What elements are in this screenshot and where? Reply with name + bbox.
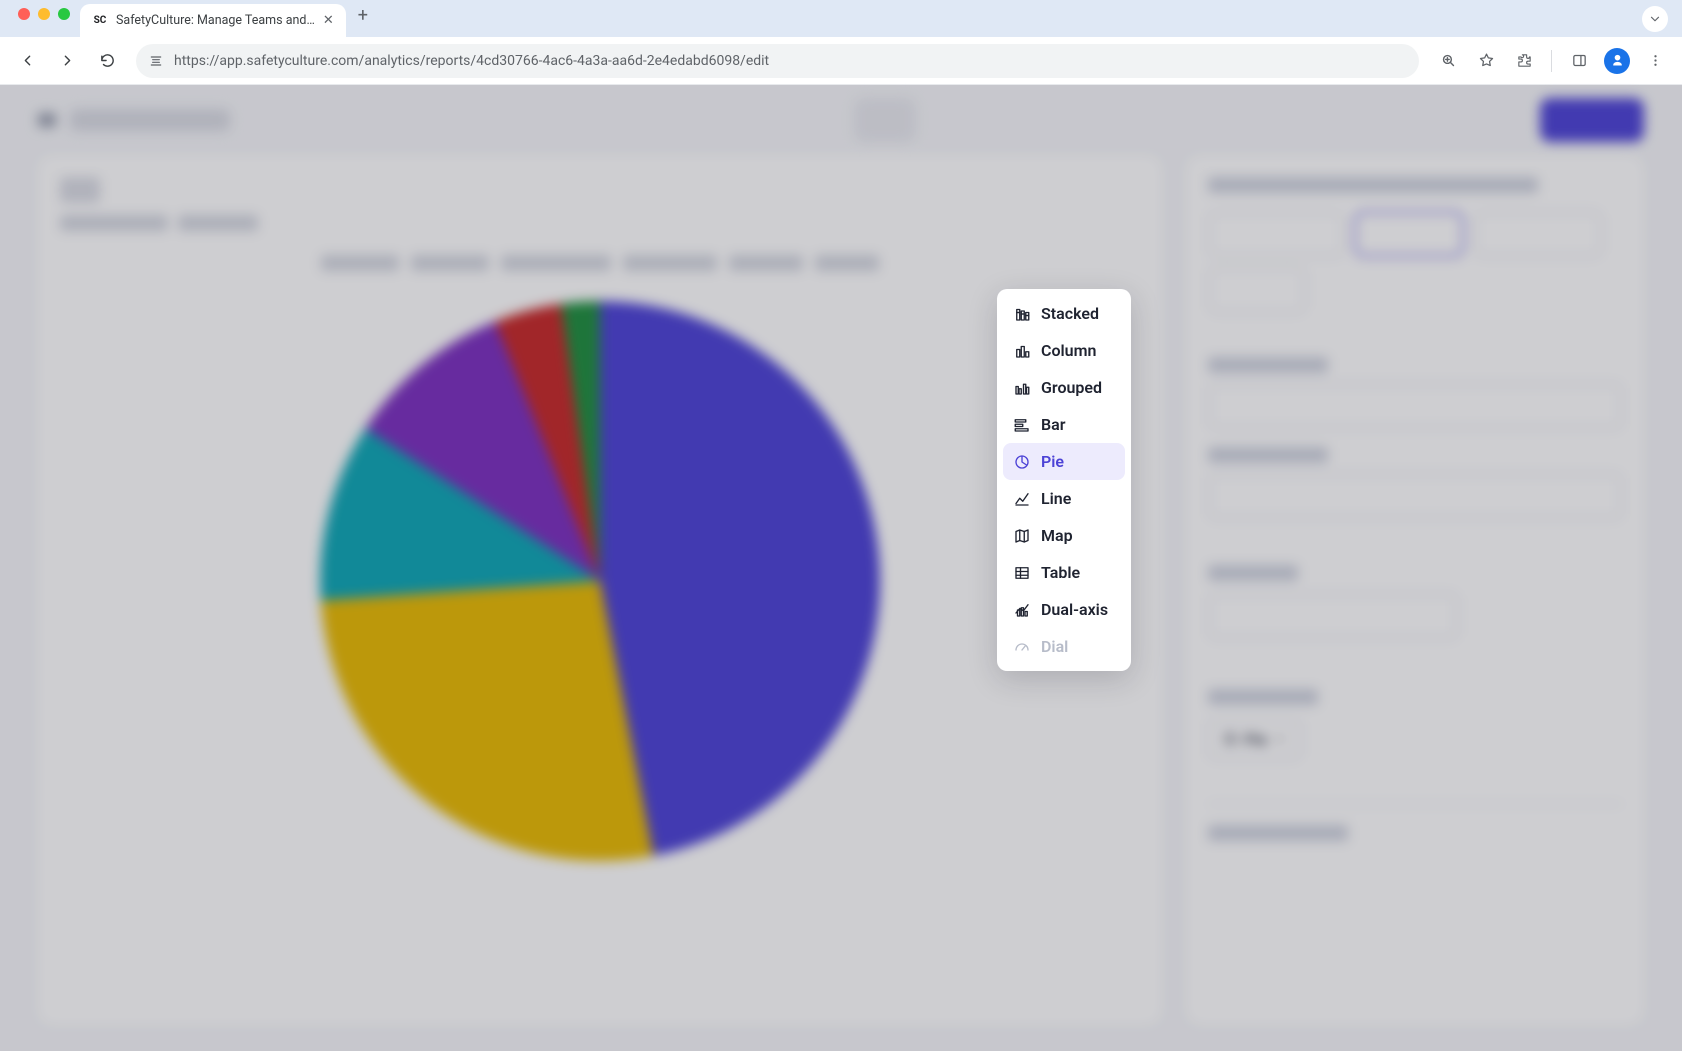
chart-type-option-grouped[interactable]: Grouped [1003,369,1125,406]
panel-heading [1208,177,1538,193]
bar-chart-icon [1013,416,1031,434]
favicon-icon: SC [92,13,108,29]
menu-item-label: Dial [1041,637,1068,656]
kebab-menu-button[interactable] [1638,44,1672,78]
side-panel-button[interactable] [1562,44,1596,78]
chevron-down-icon [1273,732,1287,746]
menu-item-label: Pie [1041,452,1064,471]
panel-tabs [1208,211,1622,257]
window-zoom-dot[interactable] [58,8,70,20]
extensions-button[interactable] [1507,44,1541,78]
zoom-button[interactable] [1431,44,1465,78]
chart-type-option-bar[interactable]: Bar [1003,406,1125,443]
address-bar[interactable]: https://app.safetyculture.com/analytics/… [136,44,1419,78]
settings-panel: Pie [1186,155,1644,1025]
profile-button[interactable] [1600,44,1634,78]
line-chart-icon [1013,490,1031,508]
secondary-action-button[interactable] [854,98,916,142]
field-label-1 [1208,357,1328,373]
menu-item-label: Table [1041,563,1080,582]
stacked-bar-icon [1013,305,1031,323]
chart-type-chip[interactable]: Pie [1208,719,1301,759]
chart-type-option-map[interactable]: Map [1003,517,1125,554]
map-icon [1013,527,1031,545]
zoom-icon [1440,52,1457,69]
app-viewport: Pie Stacked Column Grouped Bar [0,85,1682,1051]
menu-item-label: Map [1041,526,1073,545]
arrow-right-icon [59,52,76,69]
chart-legend [60,255,1140,271]
bookmark-button[interactable] [1469,44,1503,78]
primary-action-button[interactable] [1540,98,1644,142]
back-button[interactable] [10,44,44,78]
browser-tab[interactable]: SC SafetyCulture: Manage Teams and… ✕ [80,4,346,37]
panel-tab-1[interactable] [1208,211,1344,257]
page-title [70,109,230,131]
chart-type-option-dial: Dial [1003,628,1125,665]
chart-type-option-stacked[interactable]: Stacked [1003,295,1125,332]
site-settings-icon[interactable] [148,53,164,69]
chart-type-option-column[interactable]: Column [1003,332,1125,369]
settings-field-3[interactable] [1208,593,1458,639]
forward-button[interactable] [50,44,84,78]
arrow-left-icon [19,52,36,69]
puzzle-icon [1516,52,1533,69]
reload-icon [99,52,116,69]
menu-item-label: Grouped [1041,378,1102,397]
menu-item-label: Bar [1041,415,1066,434]
chart-type-dropdown: Stacked Column Grouped Bar Pie Line Map [997,289,1131,671]
grouped-bar-icon [1013,379,1031,397]
dual-axis-icon [1013,601,1031,619]
field-label-3 [1208,565,1298,581]
chart-type-chip-label: Pie [1244,730,1267,749]
chart-type-option-pie[interactable]: Pie [1003,443,1125,480]
window-controls [8,8,80,30]
menu-item-label: Dual-axis [1041,600,1108,619]
chart-type-option-line[interactable]: Line [1003,480,1125,517]
pie-chart-icon [1013,453,1031,471]
chart-label-skeleton [60,177,100,203]
menu-icon[interactable] [38,113,56,127]
chevron-down-icon [1648,12,1662,26]
table-icon [1013,564,1031,582]
window-minimize-dot[interactable] [38,8,50,20]
panel-divider [1208,803,1622,805]
panel-tab-4[interactable] [1208,267,1306,313]
panel-footer-label [1208,825,1348,841]
tab-title: SafetyCulture: Manage Teams and… [116,13,315,28]
browser-toolbar: https://app.safetyculture.com/analytics/… [0,37,1682,85]
chart-type-option-table[interactable]: Table [1003,554,1125,591]
menu-item-label: Line [1041,489,1071,508]
window-close-dot[interactable] [18,8,30,20]
panel-tab-3[interactable] [1474,211,1602,257]
chart-card [38,155,1162,1025]
chart-type-option-dual-axis[interactable]: Dual-axis [1003,591,1125,628]
reload-button[interactable] [90,44,124,78]
close-icon[interactable]: ✕ [323,13,334,28]
toolbar-divider [1551,50,1552,72]
side-panel-icon [1571,52,1588,69]
settings-field-1[interactable] [1208,383,1622,429]
star-icon [1478,52,1495,69]
menu-item-label: Stacked [1041,304,1099,323]
app-content-dimmed: Pie [0,85,1682,1025]
field-label-2 [1208,447,1328,463]
more-vertical-icon [1647,52,1664,69]
field-label-chart-type [1208,689,1318,705]
pie-chart-icon [1222,731,1238,747]
menu-item-label: Column [1041,341,1096,360]
address-url: https://app.safetyculture.com/analytics/… [174,53,769,69]
pie-chart [320,301,880,861]
new-tab-button[interactable]: + [346,5,380,32]
browser-tab-strip: SC SafetyCulture: Manage Teams and… ✕ + [0,0,1682,37]
settings-field-2[interactable] [1208,473,1622,519]
profile-avatar-icon [1604,48,1630,74]
chart-subheader [60,215,1140,231]
column-chart-icon [1013,342,1031,360]
tabs-expand[interactable] [1642,6,1668,32]
panel-tab-2[interactable] [1354,211,1464,257]
dial-icon [1013,638,1031,656]
app-topbar [0,85,1682,155]
